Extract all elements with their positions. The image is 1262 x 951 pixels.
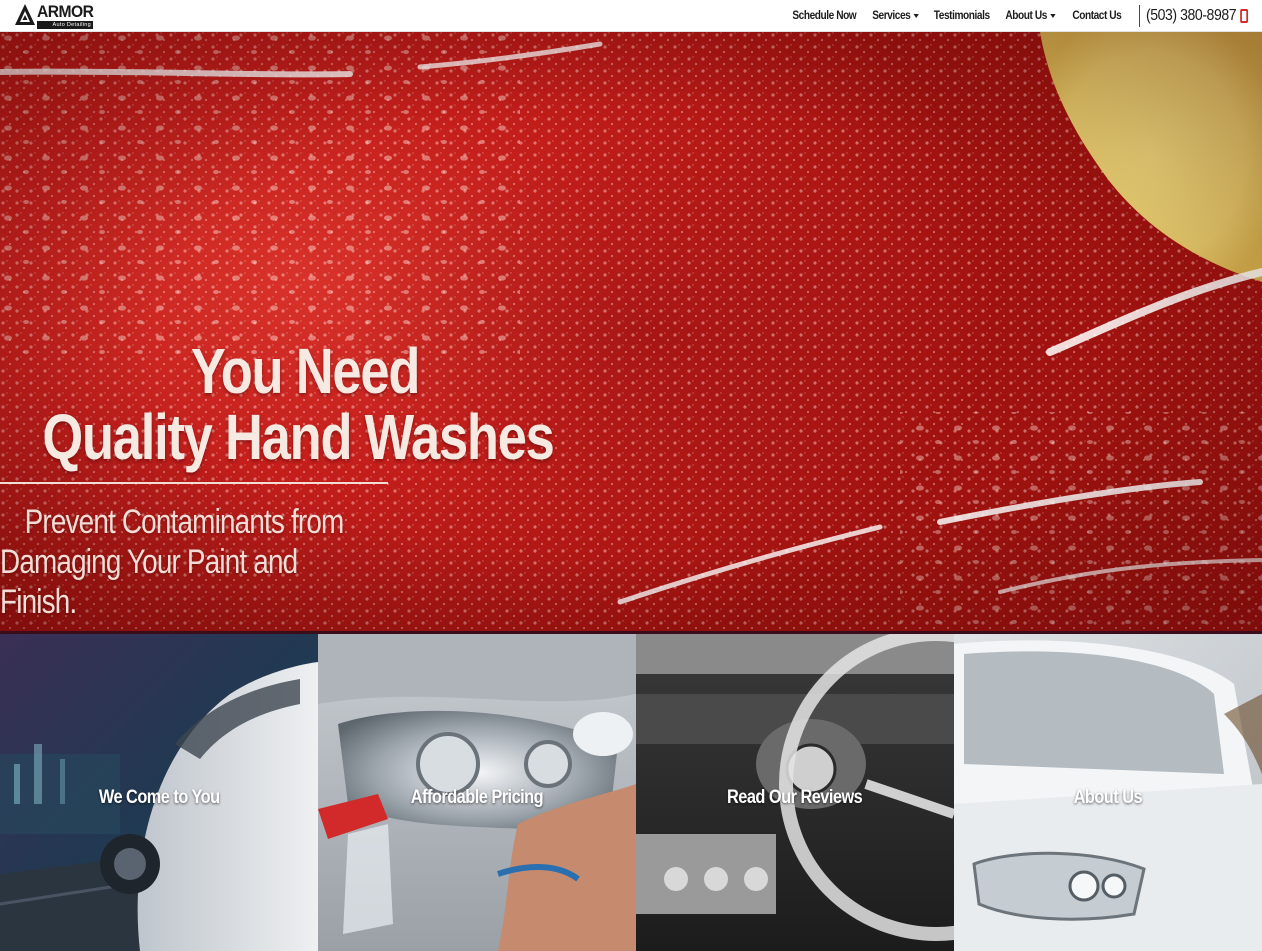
nav-testimonials[interactable]: Testimonials (934, 10, 990, 22)
tile-we-come-to-you[interactable]: We Come to You (0, 634, 318, 951)
tile-about-us[interactable]: About Us (954, 634, 1262, 951)
hero-divider-line (0, 482, 388, 484)
nav-schedule-now[interactable]: Schedule Now (793, 10, 857, 22)
brand-logo[interactable]: ARMOR Auto Detailing (14, 3, 96, 29)
brand-tagline: Auto Detailing (37, 21, 93, 29)
caret-down-icon (1050, 13, 1056, 18)
brand-name: ARMOR (37, 2, 94, 21)
tile-affordable-pricing[interactable]: Affordable Pricing (318, 634, 636, 951)
nav-item-label: About Us (1005, 9, 1047, 22)
phone-link[interactable]: (503) 380-8987 (1145, 6, 1249, 25)
feature-tiles: We Come to You Affordable Pricing Read O… (0, 634, 1262, 951)
tile-label: Affordable Pricing (410, 786, 544, 808)
phone-number: (503) 380-8987 (1145, 6, 1237, 24)
hero-heading-line1: You Need (190, 335, 421, 407)
tile-read-our-reviews[interactable]: Read Our Reviews (636, 634, 954, 951)
hero-subheading: Prevent Contaminants from Damaging Your … (0, 502, 440, 622)
caret-down-icon (913, 13, 920, 18)
nav-contact-us[interactable]: Contact Us (1072, 10, 1121, 22)
hero-banner: You Need Quality Hand Washes Prevent Con… (0, 32, 1262, 631)
hero-heading-line2: Quality Hand Washes (42, 401, 555, 473)
mobile-phone-icon (1240, 8, 1249, 23)
nav-item-label: Contact Us (1072, 9, 1122, 22)
tile-label: Read Our Reviews (727, 786, 863, 808)
tile-label: We Come to You (98, 786, 220, 808)
nav-item-label: Services (872, 9, 911, 22)
nav-item-label: Testimonials (934, 9, 990, 22)
hero-subheading-line1: Prevent Contaminants from (24, 503, 345, 541)
nav-about-us[interactable]: About Us (1005, 9, 1056, 22)
main-nav: Schedule Now Services Testimonials About… (788, 0, 1262, 31)
top-navbar: ARMOR Auto Detailing Schedule Now Servic… (0, 0, 1262, 32)
nav-item-label: Schedule Now (792, 9, 857, 22)
tile-label: About Us (1073, 786, 1143, 808)
hero-heading: You Need Quality Hand Washes (0, 338, 610, 470)
nav-divider (1138, 4, 1140, 27)
armor-logo-icon (15, 4, 35, 25)
nav-services[interactable]: Services (872, 9, 920, 22)
hero-subheading-line2: Damaging Your Paint and Finish. (0, 543, 298, 621)
